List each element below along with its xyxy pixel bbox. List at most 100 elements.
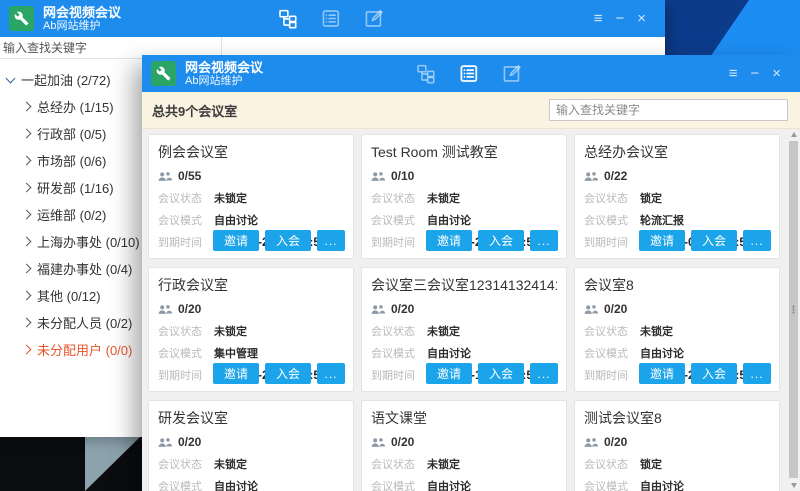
meeting-room-card: Test Room 测试教室0/10会议状态未锁定会议模式自由讨论到期时间202… [361,134,567,259]
status-value: 锁定 [640,190,662,206]
invite-button[interactable]: 邀请 [426,363,472,384]
participant-count: 0/20 [178,302,201,316]
room-name: 研发会议室 [158,408,344,428]
org-chart-icon[interactable] [415,63,436,84]
meeting-room-list: 例会会议室0/55会议状态未锁定会议模式自由讨论到期时间2028-01-26 2… [142,129,800,491]
more-button[interactable]: ... [530,230,558,251]
app-subtitle: Ab网站维护 [43,20,121,33]
status-value: 未锁定 [427,323,460,339]
chevron-right-icon[interactable] [22,318,32,328]
edit-compose-icon[interactable] [501,63,522,84]
window-header: 网会视频会议 Ab网站维护 [142,55,800,92]
meeting-list-icon[interactable] [458,63,479,84]
chevron-right-icon[interactable] [22,102,32,112]
join-button[interactable]: 入会 [478,363,524,384]
expire-label: 到期时间 [584,367,640,383]
org-chart-icon[interactable] [277,8,298,29]
chevron-right-icon[interactable] [22,264,32,274]
participants-icon [158,437,172,448]
mode-label: 会议模式 [158,345,214,361]
invite-button[interactable]: 邀请 [639,363,685,384]
room-name: 会议室8 [584,275,770,295]
scroll-up-icon[interactable] [788,129,799,140]
menu-icon[interactable]: ≡ [594,11,603,26]
more-button[interactable]: ... [317,363,345,384]
join-button[interactable]: 入会 [691,363,737,384]
participants-icon [158,304,172,315]
scrollbar-thumb[interactable] [789,141,798,478]
meeting-room-card: 会议室三会议室123141324141三会...0/20会议状态未锁定会议模式自… [361,267,567,392]
status-value: 未锁定 [427,456,460,472]
menu-icon[interactable]: ≡ [729,66,738,81]
participant-count: 0/10 [391,169,414,183]
mode-label: 会议模式 [158,212,214,228]
participant-count: 0/22 [604,169,627,183]
participants-icon [371,437,385,448]
invite-button[interactable]: 邀请 [426,230,472,251]
meeting-room-card: 行政会议室0/20会议状态未锁定会议模式集中管理到期时间2023-01-28 2… [148,267,354,392]
participant-count: 0/20 [391,302,414,316]
minimize-icon[interactable]: − [615,11,624,26]
mode-label: 会议模式 [158,478,214,491]
meeting-room-card: 研发会议室0/20会议状态未锁定会议模式自由讨论到期时间2022-01-26 2… [148,400,354,491]
expire-label: 到期时间 [584,234,640,250]
app-logo-wrench-icon [151,61,176,86]
more-button[interactable]: ... [743,230,771,251]
invite-button[interactable]: 邀请 [639,230,685,251]
meeting-list-icon[interactable] [320,8,341,29]
expire-label: 到期时间 [371,234,427,250]
minimize-icon[interactable]: − [750,66,759,81]
desktop: 网会视频会议 Ab网站维护 [0,0,800,491]
status-value: 锁定 [640,456,662,472]
join-button[interactable]: 入会 [478,230,524,251]
invite-button[interactable]: 邀请 [213,230,259,251]
edit-compose-icon[interactable] [363,8,384,29]
join-button[interactable]: 入会 [265,363,311,384]
participant-count: 0/20 [178,435,201,449]
tree-item-label: 总经办 (1/15) [37,97,114,116]
chevron-down-icon[interactable] [6,73,16,83]
room-name: 会议室三会议室123141324141三会... [371,275,557,295]
participants-icon [371,171,385,182]
more-button[interactable]: ... [530,363,558,384]
status-value: 未锁定 [214,456,247,472]
app-title: 网会视频会议 [185,60,263,75]
tree-item-label: 一起加油 (2/72) [21,70,111,89]
mode-value: 自由讨论 [427,212,471,228]
meeting-room-card: 测试会议室80/20会议状态锁定会议模式自由讨论到期时间2021-06-30 2… [574,400,780,491]
foreground-window: 网会视频会议 Ab网站维护 [142,55,800,491]
mode-value: 自由讨论 [214,212,258,228]
join-button[interactable]: 入会 [691,230,737,251]
chevron-right-icon[interactable] [22,183,32,193]
chevron-right-icon[interactable] [22,129,32,139]
scroll-down-icon[interactable] [788,480,799,491]
room-name: 语文课堂 [371,408,557,428]
app-subtitle: Ab网站维护 [185,75,263,88]
chevron-right-icon[interactable] [22,345,32,355]
room-search-input[interactable] [549,99,788,121]
more-button[interactable]: ... [743,363,771,384]
meeting-room-card: 语文课堂0/20会议状态未锁定会议模式自由讨论到期时间2022-01-26 23… [361,400,567,491]
meeting-room-card: 总经办会议室0/22会议状态锁定会议模式轮流汇报到期时间2022-01-01 2… [574,134,780,259]
status-label: 会议状态 [584,190,640,206]
close-icon[interactable]: × [772,66,781,81]
chevron-right-icon[interactable] [22,291,32,301]
mode-value: 自由讨论 [427,478,471,491]
status-value: 未锁定 [640,323,673,339]
app-logo-wrench-icon [9,6,34,31]
status-label: 会议状态 [158,323,214,339]
tree-item-label: 运维部 (0/2) [37,205,106,224]
chevron-right-icon[interactable] [22,210,32,220]
room-name: 测试会议室8 [584,408,770,428]
more-button[interactable]: ... [317,230,345,251]
app-title: 网会视频会议 [43,5,121,20]
room-name: 总经办会议室 [584,142,770,162]
close-icon[interactable]: × [637,11,646,26]
chevron-right-icon[interactable] [22,156,32,166]
mode-value: 自由讨论 [214,478,258,491]
vertical-scrollbar[interactable] [788,129,799,491]
invite-button[interactable]: 邀请 [213,363,259,384]
join-button[interactable]: 入会 [265,230,311,251]
chevron-right-icon[interactable] [22,237,32,247]
participant-count: 0/20 [604,435,627,449]
